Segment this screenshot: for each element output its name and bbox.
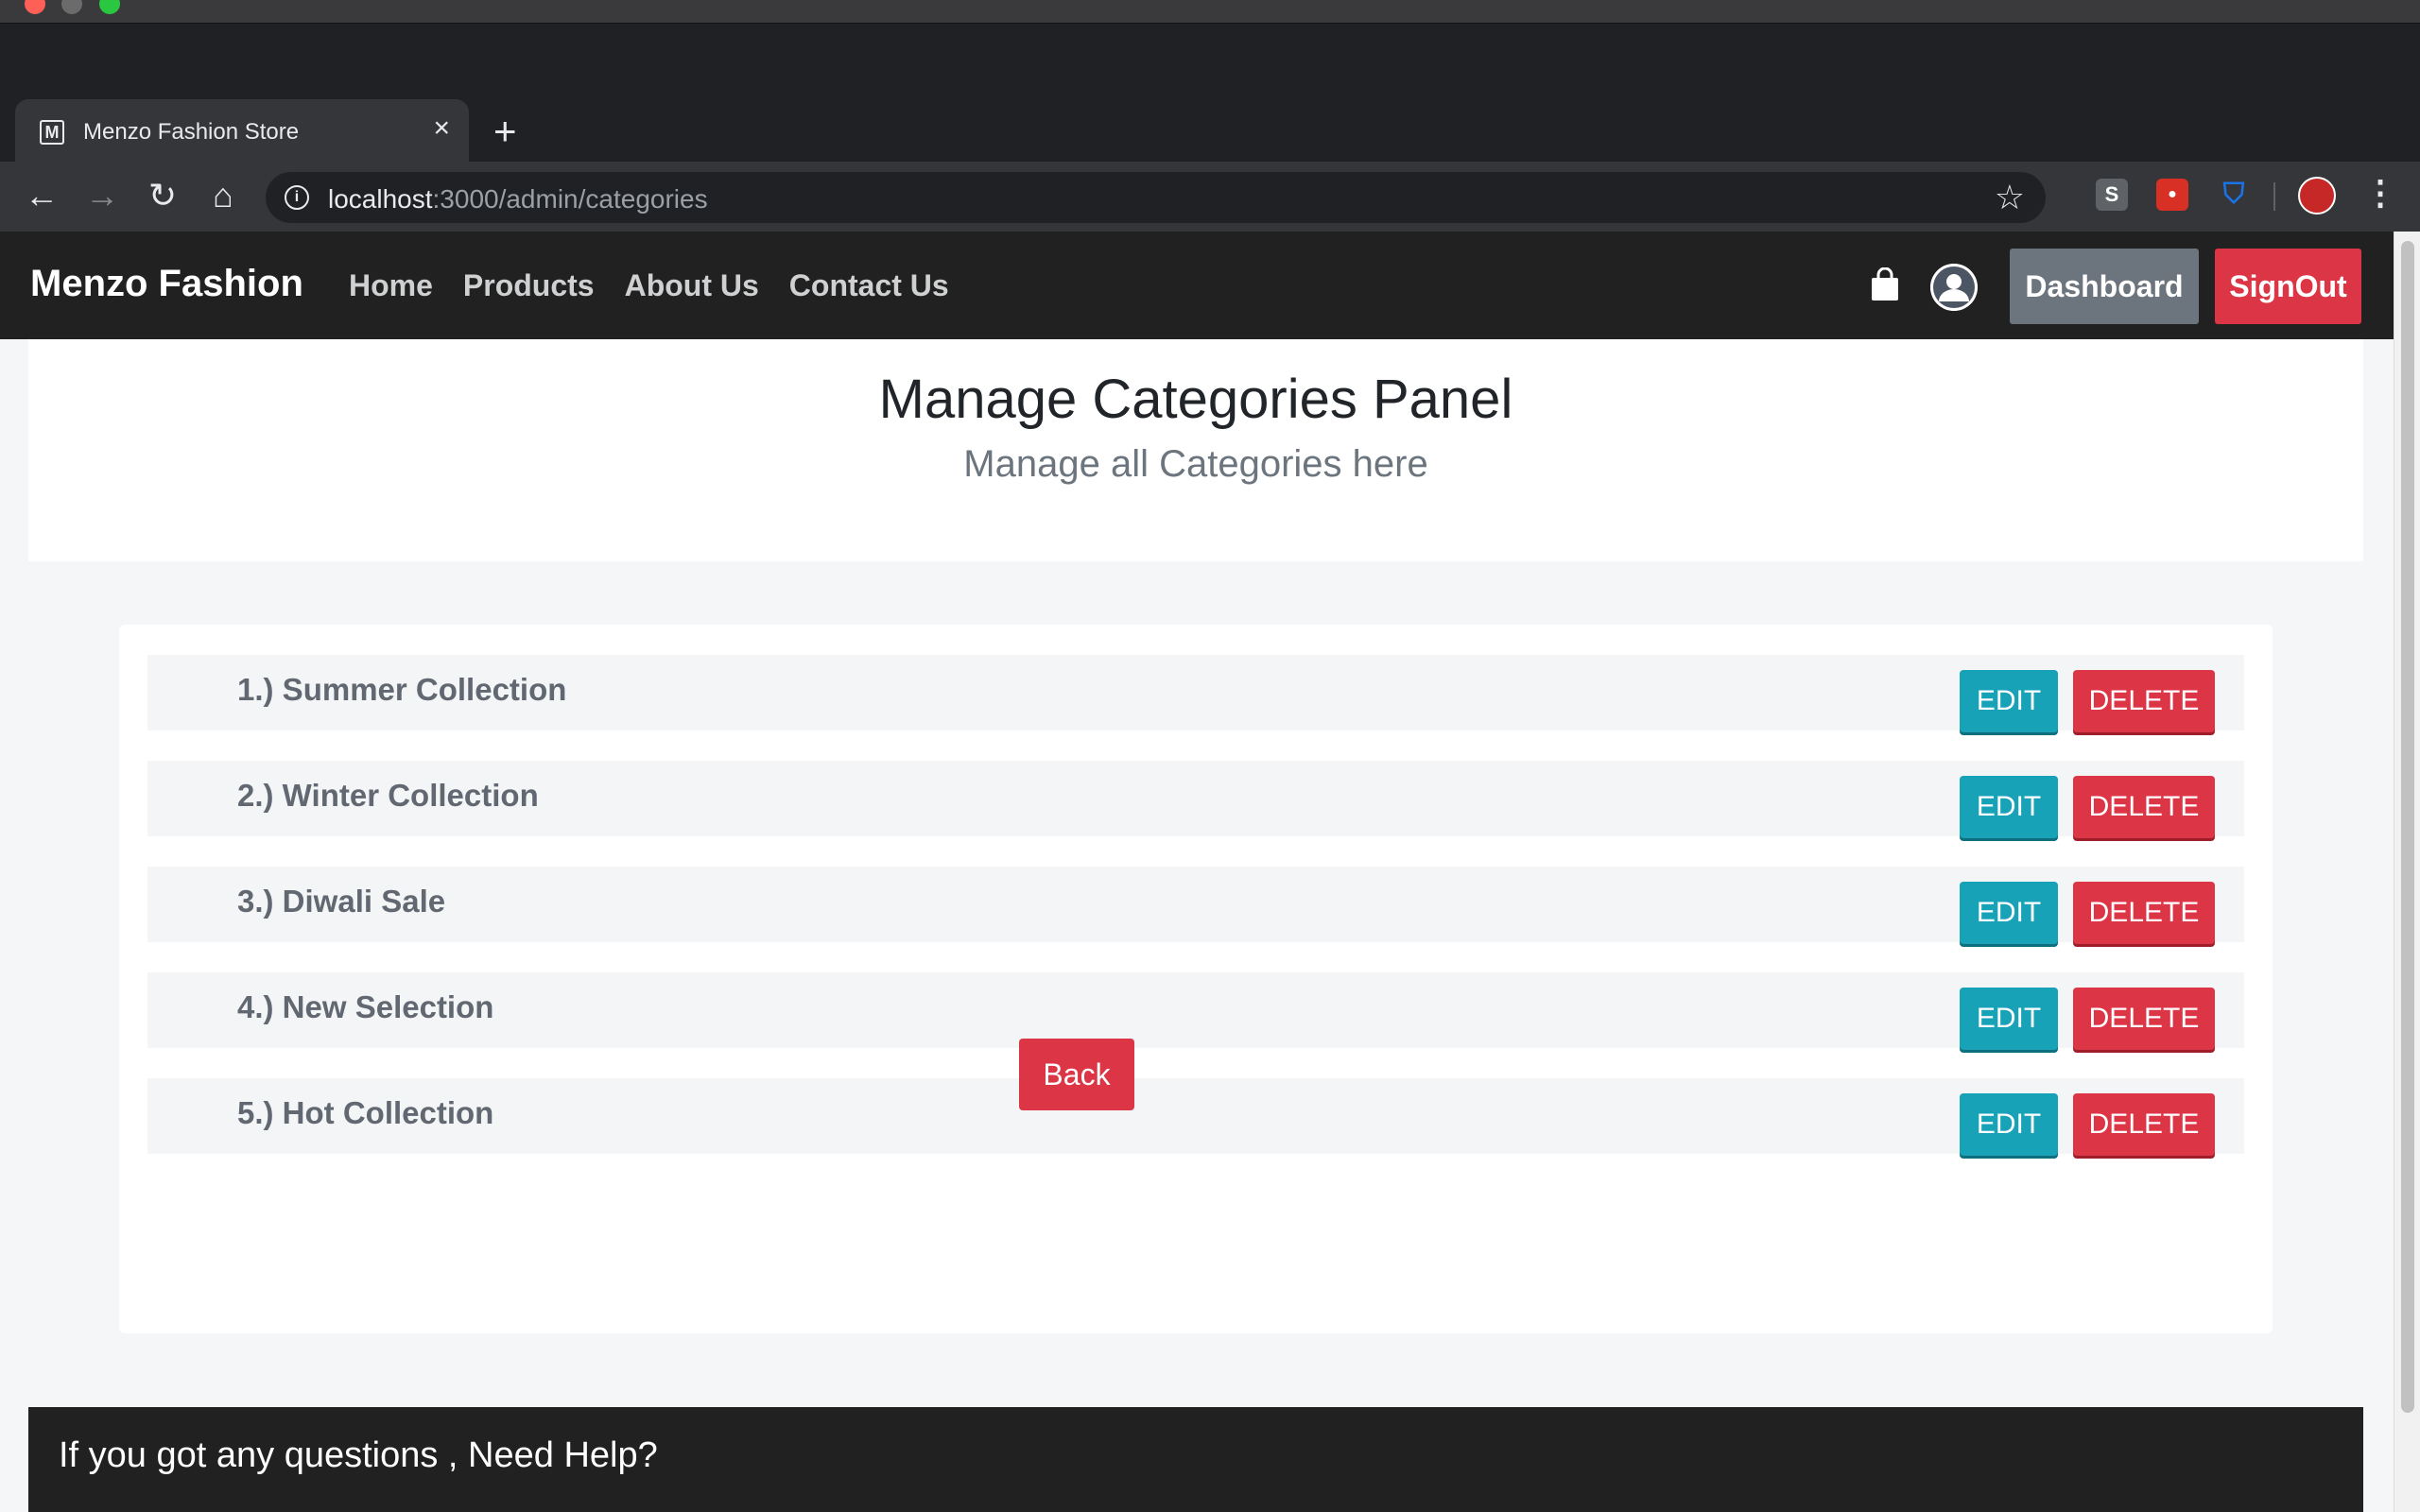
back-arrow-icon[interactable]: ← — [21, 175, 62, 216]
delete-button[interactable]: DELETE — [2073, 988, 2215, 1050]
nav-link-products[interactable]: Products — [463, 268, 595, 303]
scrollbar-thumb[interactable] — [2401, 241, 2414, 1413]
delete-button[interactable]: DELETE — [2073, 882, 2215, 944]
edit-button[interactable]: EDIT — [1960, 988, 2058, 1050]
minimize-window-button[interactable] — [61, 0, 82, 14]
forward-arrow-icon[interactable]: → — [81, 175, 123, 216]
nav-link-about[interactable]: About Us — [625, 268, 759, 303]
bookmark-star-icon[interactable]: ☆ — [1995, 178, 2025, 217]
red-extension-icon[interactable]: ● — [2156, 179, 2188, 211]
toolbar-divider — [2273, 182, 2275, 211]
category-name: 1.) Summer Collection — [237, 672, 567, 707]
page-viewport: Menzo Fashion Home Products About Us Con… — [0, 232, 2394, 1512]
s-extension-icon[interactable]: S — [2096, 179, 2128, 211]
user-account-icon[interactable] — [1930, 264, 1978, 311]
info-icon[interactable]: i — [285, 185, 309, 210]
home-icon[interactable]: ⌂ — [202, 175, 244, 216]
delete-button[interactable]: DELETE — [2073, 670, 2215, 732]
shopping-bag-icon[interactable] — [1870, 267, 1900, 301]
brand-logo[interactable]: Menzo Fashion — [30, 263, 303, 305]
site-navbar: Menzo Fashion Home Products About Us Con… — [0, 232, 2394, 339]
nav-link-home[interactable]: Home — [349, 268, 433, 303]
page-subtitle: Manage all Categories here — [963, 443, 1428, 485]
shield-extension-icon[interactable]: ⛉ — [2218, 179, 2250, 211]
tab-title: Menzo Fashion Store — [83, 119, 300, 145]
nav-links: Home Products About Us Contact Us — [349, 268, 949, 303]
category-name: 2.) Winter Collection — [237, 778, 539, 813]
page-scrollbar[interactable] — [2394, 232, 2420, 1512]
back-button[interactable]: Back — [1019, 1039, 1134, 1110]
url-host: localhost — [328, 184, 433, 214]
category-row: 5.) Hot Collection EDIT DELETE — [147, 1078, 2244, 1156]
tab-strip: M Menzo Fashion Store × + — [0, 24, 2420, 162]
close-tab-icon[interactable]: × — [433, 114, 450, 143]
category-row: 4.) New Selection EDIT DELETE — [147, 972, 2244, 1050]
browser-toolbar: ← → ↻ ⌂ i localhost:3000/admin/categorie… — [0, 162, 2420, 232]
edit-button[interactable]: EDIT — [1960, 1093, 2058, 1156]
header-panel: Manage Categories Panel Manage all Categ… — [28, 339, 2363, 561]
delete-button[interactable]: DELETE — [2073, 776, 2215, 838]
category-row: 3.) Diwali Sale EDIT DELETE — [147, 867, 2244, 944]
address-bar[interactable]: i localhost:3000/admin/categories ☆ — [266, 172, 2046, 223]
profile-avatar[interactable] — [2298, 177, 2336, 215]
site-footer: If you got any questions , Need Help? — [28, 1407, 2363, 1512]
dashboard-button[interactable]: Dashboard — [2010, 249, 2199, 324]
category-row: 2.) Winter Collection EDIT DELETE — [147, 761, 2244, 838]
category-name: 3.) Diwali Sale — [237, 884, 446, 919]
browser-tab[interactable]: M Menzo Fashion Store × — [15, 99, 469, 162]
close-window-button[interactable] — [25, 0, 45, 14]
category-row: 1.) Summer Collection EDIT DELETE — [147, 655, 2244, 732]
categories-card: 1.) Summer Collection EDIT DELETE 2.) Wi… — [119, 625, 2273, 1333]
url-path: :3000/admin/categories — [432, 184, 708, 214]
new-tab-icon[interactable]: + — [493, 112, 517, 151]
nav-link-contact[interactable]: Contact Us — [789, 268, 949, 303]
edit-button[interactable]: EDIT — [1960, 776, 2058, 838]
url-text[interactable]: localhost:3000/admin/categories — [328, 184, 708, 215]
signout-button[interactable]: SignOut — [2215, 249, 2361, 324]
edit-button[interactable]: EDIT — [1960, 670, 2058, 732]
menu-kebab-icon[interactable]: ⋮ — [2363, 173, 2397, 213]
maximize-window-button[interactable] — [99, 0, 120, 14]
window-titlebar — [0, 0, 2420, 24]
reload-icon[interactable]: ↻ — [142, 175, 183, 216]
favicon-icon: M — [40, 120, 64, 145]
page-title: Manage Categories Panel — [878, 369, 1513, 430]
category-name: 4.) New Selection — [237, 989, 494, 1024]
edit-button[interactable]: EDIT — [1960, 882, 2058, 944]
footer-help-text: If you got any questions , Need Help? — [59, 1435, 658, 1475]
category-name: 5.) Hot Collection — [237, 1095, 494, 1130]
delete-button[interactable]: DELETE — [2073, 1093, 2215, 1156]
